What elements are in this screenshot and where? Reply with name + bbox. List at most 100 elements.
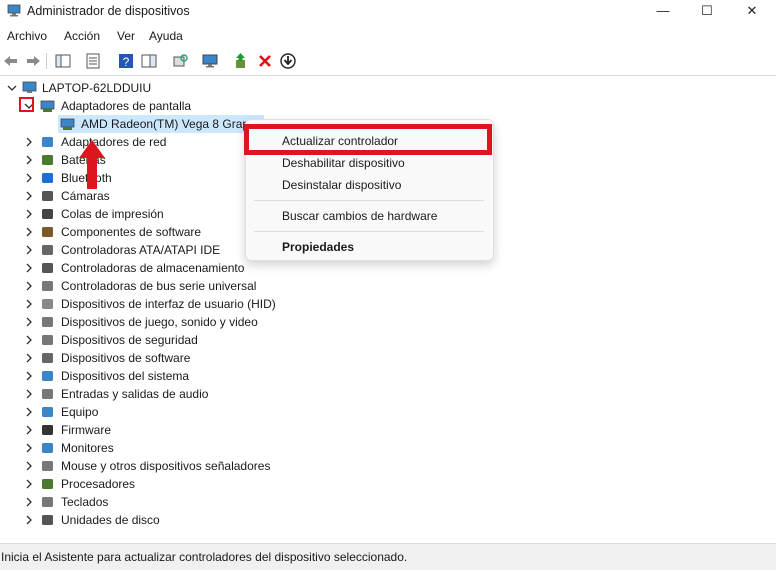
menu-ver[interactable]: Ver	[117, 29, 135, 43]
annotation-highlight-box	[244, 124, 492, 155]
chevron-right-icon[interactable]	[24, 133, 34, 151]
minimize-button[interactable]: —	[640, 0, 686, 24]
monitor-icon[interactable]	[201, 52, 219, 70]
chevron-right-icon[interactable]	[24, 421, 34, 439]
chevron-right-icon[interactable]	[24, 367, 34, 385]
annotation-arrow-up-icon	[79, 140, 105, 189]
device-category-icon	[42, 515, 53, 525]
device-category-icon	[42, 245, 53, 255]
chevron-right-icon[interactable]	[24, 241, 34, 259]
chevron-right-icon[interactable]	[24, 511, 34, 529]
chevron-right-icon[interactable]	[24, 385, 34, 403]
device-category-icon	[42, 389, 53, 399]
chevron-right-icon[interactable]	[24, 475, 34, 493]
category-label: Dispositivos de interfaz de usuario (HID…	[61, 297, 276, 311]
show-action-pane-icon[interactable]	[140, 52, 158, 70]
category-label: Dispositivos de juego, sonido y video	[61, 315, 258, 329]
category-label: Firmware	[61, 423, 111, 437]
category-label: Monitores	[61, 441, 114, 455]
category-label: Unidades de disco	[61, 513, 160, 527]
chevron-right-icon[interactable]	[24, 277, 34, 295]
menu-ayuda[interactable]: Ayuda	[149, 29, 183, 43]
category-label: Componentes de software	[61, 225, 202, 239]
forward-icon[interactable]	[24, 52, 42, 70]
menu-item-disable-device[interactable]: Deshabilitar dispositivo	[282, 156, 405, 170]
device-label: AMD Radeon(TM) Vega 8 Graphics	[81, 117, 264, 131]
category-label: Adaptadores de red	[61, 135, 167, 149]
menu-item-uninstall-device[interactable]: Desinstalar dispositivo	[282, 178, 401, 192]
menu-archivo[interactable]: Archivo	[7, 29, 47, 43]
device-category-icon	[42, 227, 53, 237]
chevron-right-icon[interactable]	[24, 205, 34, 223]
toolbar-divider	[46, 53, 47, 69]
category-label: Entradas y salidas de audio	[61, 387, 209, 401]
device-category-icon	[42, 461, 53, 471]
category-label: Teclados	[61, 495, 109, 509]
device-category-icon	[42, 407, 53, 417]
device-category-icon	[42, 371, 53, 381]
category-label: Colas de impresión	[61, 207, 164, 221]
category-label: Dispositivos de software	[61, 351, 191, 365]
category-label: Dispositivos del sistema	[61, 369, 190, 383]
device-category-icon	[42, 317, 53, 327]
menu-bar: Archivo Acción Ver Ayuda	[0, 27, 776, 47]
close-button[interactable]: ✕	[729, 0, 775, 24]
update-driver-icon[interactable]	[232, 52, 250, 70]
device-category-icon	[42, 443, 53, 453]
chevron-right-icon[interactable]	[24, 313, 34, 331]
uninstall-icon[interactable]	[256, 52, 274, 70]
maximize-button[interactable]: ☐	[684, 0, 730, 24]
device-category-icon	[42, 425, 53, 435]
status-bar: Inicia el Asistente para actualizar cont…	[0, 543, 776, 570]
category-label: Controladoras ATA/ATAPI IDE	[61, 243, 221, 257]
device-category-icon	[42, 137, 53, 147]
device-manager-icon	[7, 4, 21, 17]
scan-hardware-icon[interactable]	[171, 52, 189, 70]
category-label: Controladoras de almacenamiento	[61, 261, 245, 275]
chevron-right-icon[interactable]	[24, 439, 34, 457]
title-bar: Administrador de dispositivos — ☐ ✕	[0, 0, 776, 24]
display-adapter-icon	[40, 100, 55, 112]
back-icon[interactable]	[2, 52, 20, 70]
device-category-icon	[42, 191, 53, 201]
chevron-right-icon[interactable]	[24, 223, 34, 241]
help-icon[interactable]: ?	[117, 52, 135, 70]
chevron-down-icon[interactable]	[7, 79, 17, 97]
device-category-icon	[42, 173, 53, 183]
category-label: Procesadores	[61, 477, 136, 491]
menu-item-scan-hardware[interactable]: Buscar cambios de hardware	[282, 209, 437, 223]
annotation-box	[19, 97, 34, 112]
window-title: Administrador de dispositivos	[27, 4, 190, 18]
device-category-icon	[42, 497, 53, 507]
properties-icon[interactable]	[84, 52, 102, 70]
chevron-right-icon[interactable]	[24, 493, 34, 511]
menu-divider	[254, 231, 484, 232]
computer-name: LAPTOP-62LDDUIU	[42, 81, 152, 95]
device-category-icon	[42, 209, 53, 219]
chevron-right-icon[interactable]	[24, 151, 34, 169]
graphics-card-icon	[60, 118, 75, 130]
chevron-right-icon[interactable]	[24, 295, 34, 313]
chevron-right-icon[interactable]	[24, 187, 34, 205]
device-category-icon	[42, 281, 53, 291]
status-text: Inicia el Asistente para actualizar cont…	[1, 550, 408, 564]
chevron-right-icon[interactable]	[24, 259, 34, 277]
chevron-right-icon[interactable]	[24, 169, 34, 187]
chevron-right-icon[interactable]	[24, 349, 34, 367]
category-label: Dispositivos de seguridad	[61, 333, 198, 347]
download-arrow-icon[interactable]	[279, 52, 297, 70]
chevron-right-icon[interactable]	[24, 403, 34, 421]
category-label: Mouse y otros dispositivos señaladores	[61, 459, 271, 473]
show-hide-console-tree-icon[interactable]	[54, 52, 72, 70]
device-category-icon	[42, 263, 53, 273]
menu-accion[interactable]: Acción	[64, 29, 100, 43]
chevron-right-icon[interactable]	[24, 457, 34, 475]
chevron-right-icon[interactable]	[24, 331, 34, 349]
device-category-icon	[42, 335, 53, 345]
toolbar: ?	[0, 49, 776, 76]
svg-text:?: ?	[123, 55, 130, 69]
device-category-icon	[42, 299, 53, 309]
computer-icon	[22, 81, 37, 93]
category-label: Controladoras de bus serie universal	[61, 279, 257, 293]
menu-item-properties[interactable]: Propiedades	[282, 240, 354, 254]
